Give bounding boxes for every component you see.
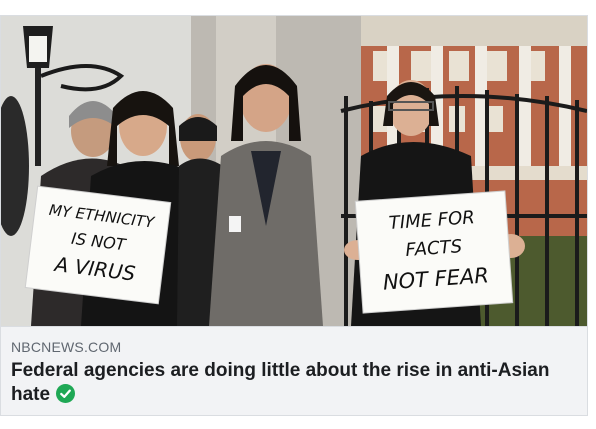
link-preview-card[interactable]: MY ETHNICITY IS NOT A VIRUS TIME FOR FAC… (0, 15, 588, 416)
sign-left: MY ETHNICITY IS NOT A VIRUS (24, 185, 172, 305)
article-photo[interactable]: MY ETHNICITY IS NOT A VIRUS TIME FOR FAC… (1, 16, 587, 326)
source-domain: NBCNEWS.COM (11, 339, 122, 355)
link-preview-meta[interactable]: NBCNEWS.COM Federal agencies are doing l… (1, 326, 587, 415)
headline-text[interactable]: Federal agencies are doing little about … (11, 360, 549, 405)
sign-right-line2: FACTS (405, 236, 463, 261)
check-circle-icon (56, 384, 76, 403)
article-headline[interactable]: Federal agencies are doing little about … (11, 359, 577, 407)
sign-right: TIME FOR FACTS NOT FEAR (354, 190, 514, 314)
